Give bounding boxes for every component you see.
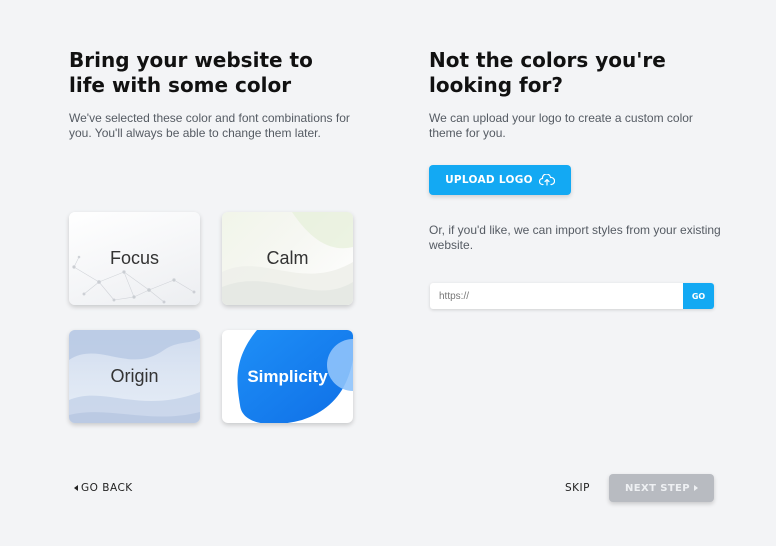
upload-logo-button[interactable]: UPLOAD LOGO [429, 165, 571, 195]
theme-card-focus[interactable]: Focus [69, 212, 200, 305]
theme-label: Simplicity [247, 366, 328, 386]
caret-right-icon [694, 483, 698, 494]
import-description: Or, if you'd like, we can import styles … [429, 223, 721, 252]
left-description: We've selected these color and font comb… [69, 111, 350, 140]
cloud-upload-icon [538, 174, 555, 186]
website-url-form: GO [430, 283, 714, 309]
theme-card-simplicity[interactable]: Simplicity [222, 330, 353, 423]
theme-card-origin[interactable]: Origin [69, 330, 200, 423]
onboarding-color-step: Bring your website to life with some col… [0, 0, 776, 546]
go-button[interactable]: GO [683, 283, 714, 309]
theme-label: Focus [109, 248, 160, 268]
skip-link[interactable]: SKIP [565, 482, 590, 494]
right-description: We can upload your logo to create a cust… [429, 111, 693, 140]
caret-left-icon [74, 482, 78, 494]
upload-logo-label: UPLOAD LOGO [445, 174, 533, 186]
right-heading: Not the colors you're looking for? [429, 48, 666, 97]
go-back-link[interactable]: GO BACK [74, 482, 133, 494]
left-heading: Bring your website to life with some col… [69, 48, 313, 97]
next-step-label: NEXT STEP [625, 482, 690, 494]
next-step-button[interactable]: NEXT STEP [609, 474, 714, 502]
theme-card-calm[interactable]: Calm [222, 212, 353, 305]
website-url-input[interactable] [430, 283, 683, 309]
theme-label: Origin [110, 366, 159, 386]
theme-label: Calm [266, 248, 309, 268]
go-back-label: GO BACK [81, 482, 133, 494]
